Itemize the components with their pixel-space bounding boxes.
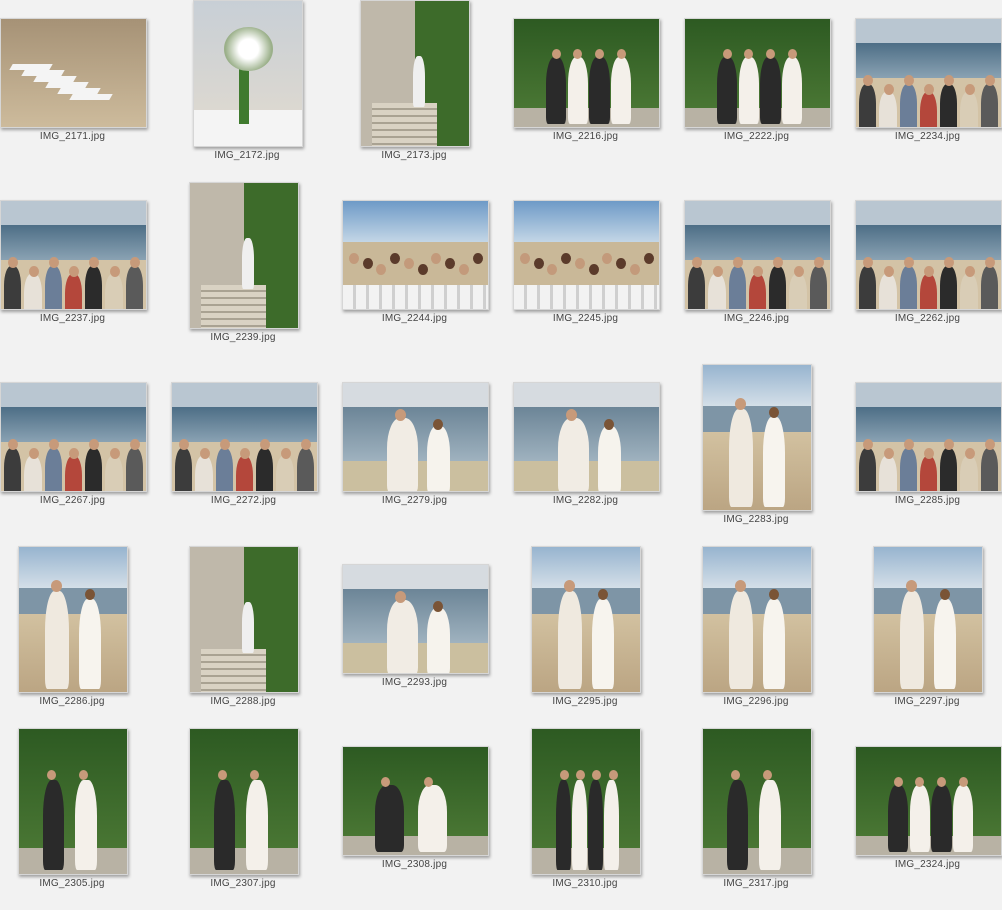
thumbnail-item[interactable]: IMG_2234.jpg [855, 0, 1002, 182]
thumbnail-filename: IMG_2172.jpg [214, 150, 280, 161]
thumbnail-image[interactable] [342, 746, 489, 856]
thumbnail-filename: IMG_2286.jpg [39, 696, 105, 707]
thumbnail-filename: IMG_2267.jpg [39, 495, 106, 506]
thumbnail-filename: IMG_2234.jpg [894, 131, 961, 142]
thumbnail-item[interactable]: IMG_2173.jpg [342, 0, 509, 182]
thumbnail-image[interactable] [0, 18, 147, 128]
thumbnail-filename: IMG_2282.jpg [552, 495, 619, 506]
thumbnail-filename: IMG_2272.jpg [210, 495, 277, 506]
thumbnail-item[interactable]: IMG_2305.jpg [0, 728, 167, 910]
thumbnail-filename: IMG_2310.jpg [552, 878, 618, 889]
thumbnail-filename: IMG_2216.jpg [552, 131, 619, 142]
thumbnail-filename: IMG_2171.jpg [39, 131, 106, 142]
thumbnail-item[interactable]: IMG_2293.jpg [342, 546, 509, 728]
thumbnail-item[interactable]: IMG_2307.jpg [171, 728, 338, 910]
thumbnail-item[interactable]: IMG_2297.jpg [855, 546, 1002, 728]
thumbnail-item[interactable]: IMG_2171.jpg [0, 0, 167, 182]
thumbnail-filename: IMG_2244.jpg [381, 313, 448, 324]
thumbnail-filename: IMG_2222.jpg [723, 131, 790, 142]
thumbnail-image[interactable] [855, 200, 1002, 310]
thumbnail-item[interactable]: IMG_2245.jpg [513, 182, 680, 364]
thumbnail-filename: IMG_2296.jpg [723, 696, 789, 707]
thumbnail-image[interactable] [873, 546, 983, 693]
thumbnail-item[interactable]: IMG_2279.jpg [342, 364, 509, 546]
thumbnail-filename: IMG_2288.jpg [210, 696, 276, 707]
thumbnail-item[interactable]: IMG_2286.jpg [0, 546, 167, 728]
thumbnail-item[interactable]: IMG_2239.jpg [171, 182, 338, 364]
thumbnail-image[interactable] [702, 546, 812, 693]
thumbnail-image[interactable] [193, 0, 303, 147]
thumbnail-filename: IMG_2307.jpg [210, 878, 276, 889]
thumbnail-image[interactable] [342, 564, 489, 674]
thumbnail-image[interactable] [531, 728, 641, 875]
thumbnail-filename: IMG_2239.jpg [210, 332, 276, 343]
thumbnail-item[interactable]: IMG_2267.jpg [0, 364, 167, 546]
thumbnail-image[interactable] [855, 746, 1002, 856]
thumbnail-image[interactable] [513, 382, 660, 492]
thumbnail-image[interactable] [342, 382, 489, 492]
thumbnail-grid: IMG_2171.jpg IMG_2172.jpg IMG_2173.jpg IMG_… [0, 0, 1002, 889]
thumbnail-filename: IMG_2295.jpg [552, 696, 618, 707]
thumbnail-item[interactable]: IMG_2262.jpg [855, 182, 1002, 364]
thumbnail-image[interactable] [702, 364, 812, 511]
thumbnail-image[interactable] [684, 18, 831, 128]
thumbnail-filename: IMG_2237.jpg [39, 313, 106, 324]
thumbnail-item[interactable]: IMG_2272.jpg [171, 364, 338, 546]
thumbnail-filename: IMG_2308.jpg [381, 859, 448, 870]
thumbnail-item[interactable]: IMG_2222.jpg [684, 0, 851, 182]
thumbnail-filename: IMG_2305.jpg [39, 878, 105, 889]
thumbnail-image[interactable] [171, 382, 318, 492]
thumbnail-filename: IMG_2283.jpg [723, 514, 789, 525]
thumbnail-item[interactable]: IMG_2216.jpg [513, 0, 680, 182]
thumbnail-image[interactable] [360, 0, 470, 147]
thumbnail-filename: IMG_2246.jpg [723, 313, 790, 324]
thumbnail-image[interactable] [0, 200, 147, 310]
thumbnail-item[interactable]: IMG_2172.jpg [171, 0, 338, 182]
thumbnail-filename: IMG_2317.jpg [723, 878, 789, 889]
thumbnail-image[interactable] [855, 382, 1002, 492]
thumbnail-image[interactable] [18, 546, 128, 693]
thumbnail-image[interactable] [342, 200, 489, 310]
thumbnail-filename: IMG_2262.jpg [894, 313, 961, 324]
thumbnail-filename: IMG_2324.jpg [894, 859, 961, 870]
thumbnail-item[interactable]: IMG_2317.jpg [684, 728, 851, 910]
thumbnail-item[interactable]: IMG_2283.jpg [684, 364, 851, 546]
thumbnail-item[interactable]: IMG_2310.jpg [513, 728, 680, 910]
thumbnail-item[interactable]: IMG_2237.jpg [0, 182, 167, 364]
thumbnail-image[interactable] [513, 200, 660, 310]
thumbnail-item[interactable]: IMG_2324.jpg [855, 728, 1002, 910]
thumbnail-image[interactable] [702, 728, 812, 875]
thumbnail-image[interactable] [855, 18, 1002, 128]
thumbnail-image[interactable] [189, 182, 299, 329]
thumbnail-item[interactable]: IMG_2296.jpg [684, 546, 851, 728]
thumbnail-image[interactable] [0, 382, 147, 492]
thumbnail-item[interactable]: IMG_2246.jpg [684, 182, 851, 364]
thumbnail-image[interactable] [531, 546, 641, 693]
thumbnail-filename: IMG_2173.jpg [381, 150, 447, 161]
thumbnail-image[interactable] [18, 728, 128, 875]
thumbnail-item[interactable]: IMG_2282.jpg [513, 364, 680, 546]
thumbnail-image[interactable] [189, 546, 299, 693]
thumbnail-item[interactable]: IMG_2288.jpg [171, 546, 338, 728]
thumbnail-filename: IMG_2293.jpg [381, 677, 448, 688]
thumbnail-filename: IMG_2297.jpg [894, 696, 960, 707]
thumbnail-filename: IMG_2279.jpg [381, 495, 448, 506]
thumbnail-image[interactable] [513, 18, 660, 128]
thumbnail-item[interactable]: IMG_2308.jpg [342, 728, 509, 910]
thumbnail-item[interactable]: IMG_2295.jpg [513, 546, 680, 728]
thumbnail-filename: IMG_2285.jpg [894, 495, 961, 506]
thumbnail-filename: IMG_2245.jpg [552, 313, 619, 324]
thumbnail-image[interactable] [189, 728, 299, 875]
thumbnail-image[interactable] [684, 200, 831, 310]
thumbnail-item[interactable]: IMG_2285.jpg [855, 364, 1002, 546]
thumbnail-item[interactable]: IMG_2244.jpg [342, 182, 509, 364]
